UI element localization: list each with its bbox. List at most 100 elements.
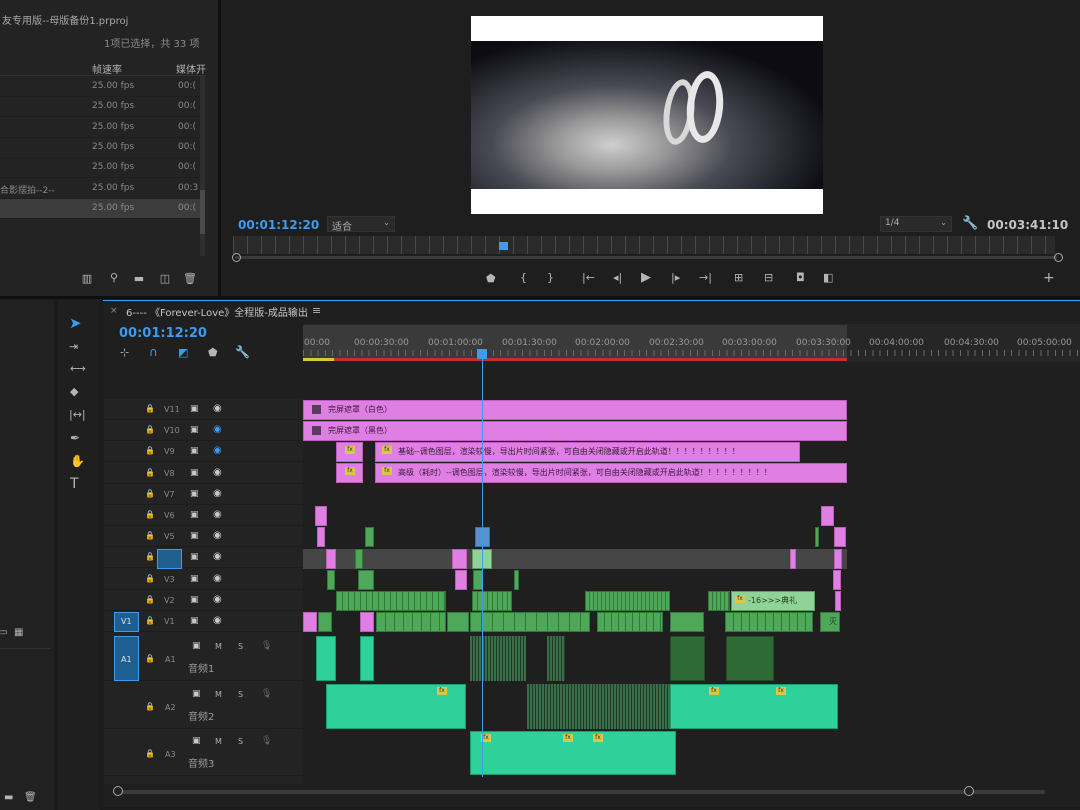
v1-source-patch[interactable]: V1 xyxy=(114,612,139,632)
sequence-tab[interactable]: 6---- 《Forever-Love》全程版-成品输出 xyxy=(126,304,308,319)
clip-v4[interactable] xyxy=(834,549,842,569)
scroll-handle-left[interactable] xyxy=(113,786,123,796)
scroll-handle-right[interactable] xyxy=(964,786,974,796)
project-row[interactable]: 合影摆拍--2-- 25.00 fps 00:3 xyxy=(0,179,205,199)
clip-v2-group[interactable] xyxy=(336,591,446,611)
clip-v1[interactable] xyxy=(318,612,332,632)
clip-v4[interactable] xyxy=(326,549,336,569)
col-media-start[interactable]: 媒体开 xyxy=(176,61,206,76)
track-select-icon[interactable]: ⇥ xyxy=(69,340,78,353)
play-icon[interactable]: ▶ xyxy=(641,270,651,285)
sync-lock-icon[interactable]: ▣ xyxy=(190,489,199,499)
clip-v2[interactable] xyxy=(835,591,841,611)
mic-icon[interactable]: 🎙 xyxy=(261,689,272,699)
clip-v2-group[interactable] xyxy=(585,591,670,611)
program-zoom-bar[interactable] xyxy=(235,256,1057,259)
clip-v4[interactable] xyxy=(790,549,796,569)
eye-icon[interactable]: ◉ xyxy=(213,551,222,562)
clip-v2-ceremony[interactable]: fx -16>>>典礼 xyxy=(731,591,815,611)
step-forward-icon[interactable]: |▸ xyxy=(671,271,680,284)
eye-icon[interactable]: ◉ xyxy=(213,615,222,626)
extract-icon[interactable]: ⊟ xyxy=(764,271,773,284)
clip-v11-white-mask[interactable]: 完屏遮罩（白色） xyxy=(303,400,847,420)
razor-icon[interactable]: ◆ xyxy=(70,385,78,398)
lock-icon[interactable]: 🔒 xyxy=(145,702,155,711)
lock-icon[interactable]: 🔒 xyxy=(145,616,155,625)
clip-v3[interactable] xyxy=(455,570,467,590)
clip-v1-group[interactable] xyxy=(725,612,813,632)
lock-icon[interactable]: 🔒 xyxy=(145,531,155,540)
list-view-icon[interactable]: ▥ xyxy=(80,272,94,285)
go-to-in-icon[interactable]: |← xyxy=(582,271,595,284)
sync-lock-icon[interactable]: ▣ xyxy=(192,736,201,746)
clip-v3[interactable] xyxy=(358,570,374,590)
lock-icon[interactable]: 🔒 xyxy=(145,552,155,561)
project-row[interactable]: 25.00 fps 00:( xyxy=(0,138,205,158)
lock-icon[interactable]: 🔒 xyxy=(145,446,155,455)
search-icon[interactable]: ⚲ xyxy=(107,271,121,284)
eye-icon[interactable]: ◉ xyxy=(213,530,222,541)
zoom-handle-left[interactable] xyxy=(232,253,241,262)
clip-v8-advanced-grade[interactable]: fx 高级（耗时）--调色图层，渲染较慢，导出片时间紧张，可自由关闭隐藏或开启此… xyxy=(375,463,847,483)
clip-v5[interactable] xyxy=(834,527,846,547)
clip-v4[interactable] xyxy=(355,549,363,569)
timeline-timecode[interactable]: 00:01:12:20 xyxy=(119,326,207,341)
clip-v5[interactable] xyxy=(365,527,374,547)
trash-icon[interactable]: 🗑 xyxy=(183,272,197,285)
clip-v6[interactable] xyxy=(315,506,327,526)
type-tool-icon[interactable]: T xyxy=(70,476,79,492)
eye-icon[interactable]: ◉ xyxy=(213,467,222,478)
program-timecode[interactable]: 00:01:12:20 xyxy=(238,218,319,232)
col-framerate[interactable]: 帧速率 xyxy=(92,61,122,76)
program-playhead[interactable] xyxy=(499,242,508,250)
clip-v2-group[interactable] xyxy=(472,591,512,611)
bin-icon[interactable]: ▭ xyxy=(0,627,7,638)
wrench-icon[interactable]: 🔧 xyxy=(235,345,250,359)
solo-button[interactable]: S xyxy=(238,737,243,746)
audio-clip-a1[interactable] xyxy=(316,636,336,681)
close-icon[interactable]: × xyxy=(110,306,118,316)
sync-lock-icon[interactable]: ▣ xyxy=(192,689,201,699)
lock-icon[interactable]: 🔒 xyxy=(145,574,155,583)
audio-clip-a2[interactable]: fx xyxy=(326,684,466,729)
clip-v2-group[interactable] xyxy=(708,591,730,611)
solo-button[interactable]: S xyxy=(238,642,243,651)
timeline-playhead-line[interactable] xyxy=(482,359,483,777)
project-row[interactable]: 25.00 fps 00:( xyxy=(0,158,205,179)
audio-clip-a1[interactable] xyxy=(670,636,705,681)
sync-lock-icon[interactable]: ▣ xyxy=(190,552,199,562)
menu-icon[interactable]: ≡ xyxy=(312,304,321,317)
solo-button[interactable]: S xyxy=(238,690,243,699)
snap-icon[interactable]: ∩ xyxy=(149,345,158,359)
sync-lock-icon[interactable]: ▣ xyxy=(190,446,199,456)
lock-icon[interactable]: 🔒 xyxy=(145,489,155,498)
add-marker-icon[interactable]: ⬟ xyxy=(486,272,496,285)
compare-icon[interactable]: ◧ xyxy=(823,271,833,284)
clip-v1[interactable] xyxy=(360,612,374,632)
sync-lock-icon[interactable]: ▣ xyxy=(190,531,199,541)
mark-out-icon[interactable]: } xyxy=(547,271,554,284)
clip-v1[interactable] xyxy=(670,612,704,632)
go-to-out-icon[interactable]: →| xyxy=(699,271,712,284)
clip-v10-black-mask[interactable]: 完屏遮罩（黑色） xyxy=(303,421,847,441)
step-back-icon[interactable]: ◂| xyxy=(613,271,622,284)
audio-clip-a3[interactable]: fx fx fx xyxy=(470,731,676,775)
timeline-scrollbar[interactable] xyxy=(115,790,1045,794)
clip-v6[interactable] xyxy=(821,506,834,526)
add-button-icon[interactable]: + xyxy=(1043,270,1055,286)
eye-icon[interactable]: ◉ xyxy=(213,509,222,520)
lock-icon[interactable]: 🔒 xyxy=(145,425,155,434)
clip-v1-group[interactable] xyxy=(376,612,446,632)
timeline-playhead-head[interactable] xyxy=(477,349,487,359)
lock-icon[interactable]: 🔒 xyxy=(145,654,155,663)
audio-clip-a1-group[interactable] xyxy=(470,636,526,681)
lock-icon[interactable]: 🔒 xyxy=(145,468,155,477)
new-item-icon[interactable]: ◫ xyxy=(158,272,172,285)
lock-icon[interactable]: 🔒 xyxy=(145,510,155,519)
project-row[interactable]: 25.00 fps 00:( xyxy=(0,77,205,97)
wrench-icon[interactable]: 🔧 xyxy=(962,216,978,231)
clip-v9-small[interactable]: fx xyxy=(336,442,363,462)
mute-button[interactable]: M xyxy=(215,737,222,746)
project-row[interactable]: 25.00 fps 00:( xyxy=(0,97,205,118)
camera-icon[interactable]: ◘ xyxy=(796,271,805,284)
